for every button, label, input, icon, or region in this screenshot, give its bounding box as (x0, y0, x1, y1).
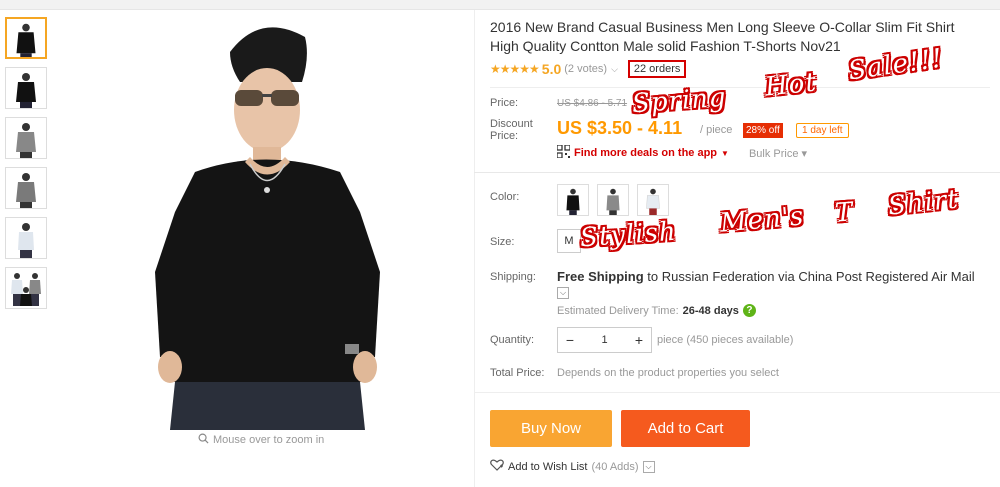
quantity-decrease-button[interactable]: − (558, 332, 582, 348)
quantity-increase-button[interactable]: + (627, 332, 651, 348)
quantity-input[interactable]: 1 (582, 334, 627, 346)
shipping-label: Shipping: (490, 271, 536, 283)
divider (474, 392, 1000, 393)
delivery-days: 26-48 days (682, 304, 739, 317)
buy-now-button[interactable]: Buy Now (490, 410, 612, 447)
shipping-to: to (643, 269, 662, 284)
thumbnail-6[interactable] (5, 267, 47, 309)
color-swatches (557, 184, 669, 216)
price-unit: / piece (700, 124, 733, 136)
main-product-image[interactable] (60, 12, 470, 430)
color-swatch-gray[interactable] (597, 184, 629, 216)
discount-badge: 28% off (743, 123, 783, 138)
original-price: US $4.86 - 5.71 (557, 98, 628, 109)
top-border (0, 0, 1000, 10)
model-photo (60, 12, 470, 430)
total-price-label: Total Price: (490, 367, 545, 379)
color-swatch-black[interactable] (557, 184, 589, 216)
orders-count: 22 orders (627, 60, 687, 78)
pieces-available: piece (450 pieces available) (657, 334, 794, 346)
overlay-text-mens: Men's (718, 201, 806, 239)
thumbnail-1[interactable] (5, 17, 47, 59)
size-label: Size: (490, 236, 515, 248)
thumbnail-3[interactable] (5, 117, 47, 159)
overlay-text-t: T (833, 197, 855, 229)
magnifier-icon (198, 433, 209, 447)
add-to-cart-button[interactable]: Add to Cart (621, 410, 750, 447)
caret-down-icon: ▼ (721, 148, 729, 158)
discount-price: US $3.50 - 4.11 (557, 118, 683, 138)
rating-score: 5.0 (541, 61, 562, 77)
overlay-text-spring: Spring (631, 82, 728, 120)
time-left-badge: 1 day left (796, 123, 849, 138)
heart-icon[interactable] (490, 459, 504, 474)
app-deals[interactable]: Find more deals on the app ▼ Bulk Price … (556, 144, 807, 161)
thumbnail-5[interactable] (5, 217, 47, 259)
divider (474, 172, 1000, 173)
shipping-dropdown-icon[interactable]: ⌵ (557, 286, 569, 299)
quantity-label: Quantity: (490, 334, 535, 346)
rating-row: ★★★★★ 5.0 (2 votes) ⌵ 22 orders (490, 60, 687, 78)
deals-link[interactable]: Find more deals on the app (574, 147, 717, 159)
total-price-value: Depends on the product properties you se… (557, 367, 779, 379)
wish-dropdown-icon[interactable]: ⌵ (642, 460, 655, 473)
shipping-info: Free Shipping to Russian Federation via … (557, 269, 987, 299)
delivery-time: Estimated Delivery Time: 26-48 days ? (557, 304, 756, 317)
qr-code-icon (556, 144, 571, 161)
delivery-label: Estimated Delivery Time: (557, 304, 679, 317)
overlay-text-stylish: Stylish (579, 216, 678, 254)
size-option-m[interactable]: M (557, 229, 581, 253)
overlay-text-shirt: Shirt (886, 184, 961, 222)
thumbnail-list (5, 17, 49, 317)
votes-link[interactable]: (2 votes) (564, 63, 607, 75)
price-label: Price: (490, 97, 519, 109)
star-rating-icon: ★★★★★ (490, 62, 540, 76)
divider (490, 87, 990, 88)
wish-list-link[interactable]: Add to Wish List (508, 461, 587, 473)
quantity-stepper: − 1 + (557, 327, 652, 353)
divider (474, 10, 475, 487)
wish-list[interactable]: Add to Wish List (40 Adds) ⌵ (490, 459, 655, 474)
zoom-hint-text: Mouse over to zoom in (213, 434, 325, 446)
free-shipping: Free Shipping (557, 269, 644, 284)
thumbnail-2[interactable] (5, 67, 47, 109)
bulk-price-dropdown[interactable]: Bulk Price ▾ (749, 147, 807, 160)
help-icon[interactable]: ? (742, 304, 756, 317)
chevron-down-icon[interactable]: ⌵ (611, 64, 618, 75)
shipping-destination[interactable]: Russian Federation via China Post Regist… (662, 269, 975, 284)
wish-count: (40 Adds) (591, 460, 639, 473)
overlay-text-hot: Hot (763, 67, 819, 103)
thumbnail-4[interactable] (5, 167, 47, 209)
color-label: Color: (490, 191, 520, 203)
zoom-hint: Mouse over to zoom in (198, 433, 324, 447)
color-swatch-white[interactable] (637, 184, 669, 216)
discount-label-2: Price: (490, 130, 519, 142)
